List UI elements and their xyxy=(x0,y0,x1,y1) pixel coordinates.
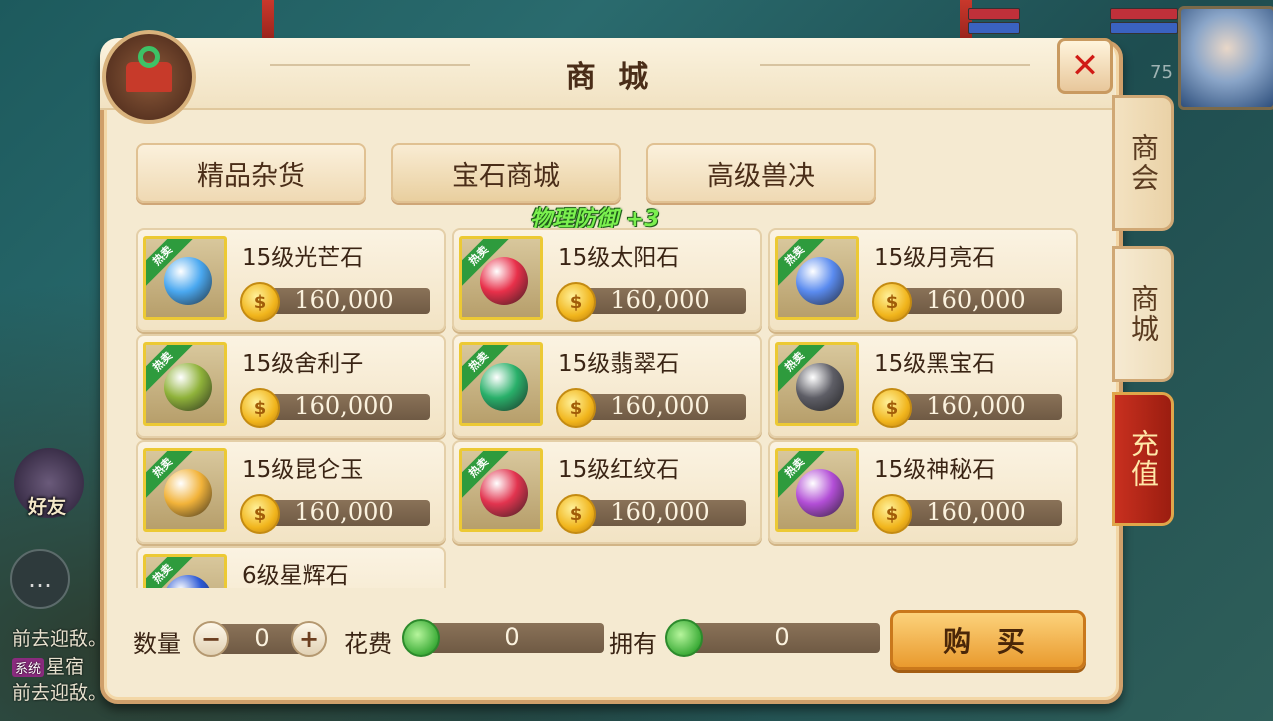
gold-coin-icon: $ xyxy=(872,494,912,534)
friend-label: 好友 xyxy=(28,496,67,518)
chat-line: 系统 星宿 xyxy=(12,652,84,679)
player-level: 75 xyxy=(1150,62,1173,83)
gold-coin-icon: $ xyxy=(556,388,596,428)
blue-moon-stone-icon xyxy=(796,257,844,305)
item-price: 160,000 xyxy=(926,392,1026,420)
item-price: 160,000 xyxy=(294,286,394,314)
cost-label: 花费 xyxy=(344,630,392,658)
chat-bubble-icon: … xyxy=(28,565,52,593)
system-tag: 系统 xyxy=(12,658,45,677)
gold-coin-icon: $ xyxy=(556,494,596,534)
tab-advanced-skills[interactable]: 高级兽决 xyxy=(646,143,876,203)
header-decoration xyxy=(270,64,470,66)
hp-bar xyxy=(1110,8,1178,20)
cost-value: 0 xyxy=(504,623,520,651)
item-thumbnail: 热卖 xyxy=(459,342,543,426)
item-price: 160,000 xyxy=(294,392,394,420)
owned-value: 0 xyxy=(774,623,790,651)
close-icon: ✕ xyxy=(1070,46,1100,86)
item-name: 6级星辉石 xyxy=(242,563,349,588)
chat-line: 前去迎敌。 xyxy=(12,628,108,650)
item-name: 15级黑宝石 xyxy=(874,351,996,377)
gold-coin-icon: $ xyxy=(240,388,280,428)
item-price: 160,000 xyxy=(926,286,1026,314)
gold-coin-icon: $ xyxy=(556,282,596,322)
plus-icon: + xyxy=(298,625,320,653)
gold-coin-icon: $ xyxy=(872,388,912,428)
item-name: 15级昆仑玉 xyxy=(242,457,364,483)
chat-button[interactable]: … xyxy=(10,549,70,609)
kunlun-jade-icon xyxy=(164,469,212,517)
shop-item[interactable]: 热卖 15级神秘石 160,000 $ xyxy=(768,440,1078,544)
item-price: 160,000 xyxy=(610,498,710,526)
quantity-minus-button[interactable]: − xyxy=(193,621,229,657)
item-price: 160,000 xyxy=(610,286,710,314)
item-name: 15级舍利子 xyxy=(242,351,364,377)
side-tab-mall[interactable]: 商城 xyxy=(1112,246,1174,382)
player-portrait[interactable] xyxy=(1178,6,1273,110)
mystery-crystal-icon xyxy=(796,469,844,517)
tab-premium-goods[interactable]: 精品杂货 xyxy=(136,143,366,203)
shop-item[interactable]: 热卖 15级太阳石 160,000 $ xyxy=(452,228,762,332)
shop-item[interactable]: 热卖 15级翡翠石 160,000 $ xyxy=(452,334,762,438)
item-thumbnail: 热卖 xyxy=(143,554,227,588)
red-pattern-stone-icon xyxy=(480,469,528,517)
minus-icon: − xyxy=(200,625,222,653)
item-price: 160,000 xyxy=(610,392,710,420)
quantity-plus-button[interactable]: + xyxy=(291,621,327,657)
item-thumbnail: 热卖 xyxy=(775,342,859,426)
tab-gem-mall[interactable]: 宝石商城 xyxy=(391,143,621,203)
shop-item[interactable]: 热卖 15级舍利子 160,000 $ xyxy=(136,334,446,438)
item-thumbnail: 热卖 xyxy=(143,236,227,320)
header-decoration xyxy=(760,64,1030,66)
chat-line-text: 星宿 xyxy=(46,656,85,678)
item-name: 15级翡翠石 xyxy=(558,351,680,377)
item-name: 15级月亮石 xyxy=(874,245,996,271)
item-name: 15级太阳石 xyxy=(558,245,680,271)
quantity-label: 数量 xyxy=(133,630,181,658)
gold-coin-icon: $ xyxy=(240,494,280,534)
blue-crystal-icon xyxy=(164,257,212,305)
item-thumbnail: 热卖 xyxy=(143,448,227,532)
close-button[interactable]: ✕ xyxy=(1057,38,1113,94)
gold-coin-icon: $ xyxy=(240,282,280,322)
mp-bar xyxy=(968,22,1020,34)
jade-orb-icon xyxy=(480,363,528,411)
shop-item[interactable]: 热卖 15级黑宝石 160,000 $ xyxy=(768,334,1078,438)
item-name: 15级神秘石 xyxy=(874,457,996,483)
gold-coin-icon: $ xyxy=(872,282,912,322)
chat-line: 前去迎敌。 xyxy=(12,682,108,704)
item-thumbnail: 热卖 xyxy=(775,448,859,532)
shop-emblem-icon xyxy=(102,30,196,124)
item-name: 15级红纹石 xyxy=(558,457,680,483)
buy-button[interactable]: 购 买 xyxy=(890,610,1086,670)
shop-item[interactable]: 热卖 15级红纹石 160,000 $ xyxy=(452,440,762,544)
red-sun-stone-icon xyxy=(480,257,528,305)
item-price: 160,000 xyxy=(926,498,1026,526)
hp-bar xyxy=(968,8,1020,20)
item-thumbnail: 热卖 xyxy=(459,448,543,532)
item-thumbnail: 热卖 xyxy=(143,342,227,426)
shop-item[interactable]: 热卖 6级星辉石 xyxy=(136,546,446,588)
mp-bar xyxy=(1110,22,1178,34)
item-thumbnail: 热卖 xyxy=(775,236,859,320)
item-price: 160,000 xyxy=(294,498,394,526)
item-thumbnail: 热卖 xyxy=(459,236,543,320)
green-relic-icon xyxy=(164,363,212,411)
shop-item[interactable]: 热卖 15级昆仑玉 160,000 $ xyxy=(136,440,446,544)
shop-item[interactable]: 热卖 15级月亮石 160,000 $ xyxy=(768,228,1078,332)
owned-label: 拥有 xyxy=(609,630,657,658)
side-tab-guild[interactable]: 商会 xyxy=(1112,95,1174,231)
item-name: 15级光芒石 xyxy=(242,245,364,271)
panel-title: 商 城 xyxy=(565,60,655,95)
side-tab-recharge[interactable]: 充值 xyxy=(1112,392,1174,526)
shop-item[interactable]: 热卖 15级光芒石 160,000 $ xyxy=(136,228,446,332)
quantity-value: 0 xyxy=(254,624,270,652)
black-gem-icon xyxy=(796,363,844,411)
item-grid: 热卖 15级光芒石 160,000 $ 热卖 15级太阳石 160,000 $ 热卖 15级月亮石… xyxy=(136,228,1080,588)
